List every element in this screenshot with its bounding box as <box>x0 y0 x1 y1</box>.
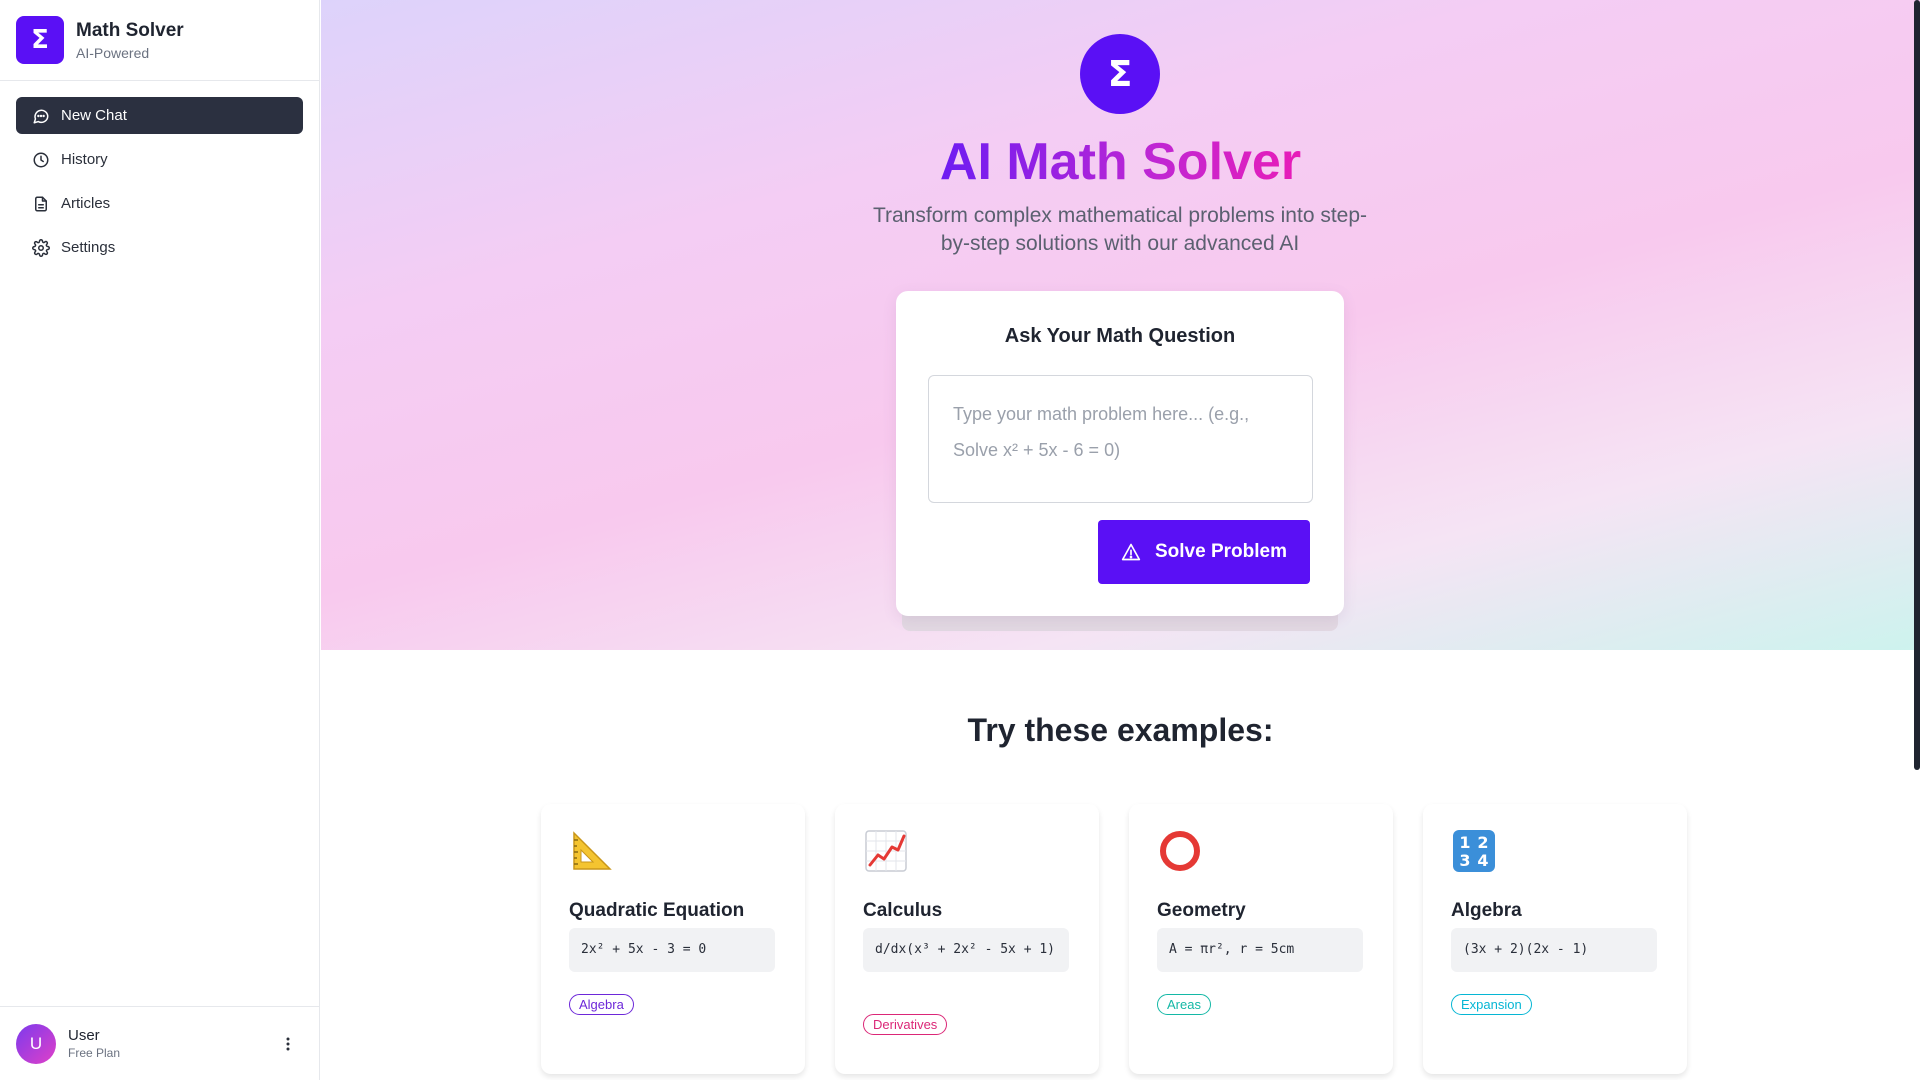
red-circle-icon <box>1160 831 1200 871</box>
solve-problem-button[interactable]: Solve Problem <box>1098 520 1310 584</box>
sidebar-item-label: History <box>61 151 108 168</box>
math-problem-input[interactable] <box>928 375 1313 503</box>
user-name: User <box>68 1027 100 1044</box>
page-title: AI Math Solver <box>939 133 1302 191</box>
main-content: Σ AI Math Solver Transform complex mathe… <box>321 0 1920 1080</box>
example-card-geometry[interactable]: Geometry A = πr², r = 5cm Areas <box>1129 804 1393 1074</box>
sidebar-item-settings[interactable]: Settings <box>16 229 303 266</box>
svg-text:2: 2 <box>1477 833 1488 852</box>
example-title: Geometry <box>1157 900 1246 921</box>
document-icon <box>35 196 47 211</box>
sigma-logo-icon: Σ <box>16 16 64 64</box>
chart-increasing-icon <box>865 830 907 872</box>
svg-text:4: 4 <box>1477 851 1488 870</box>
example-tag: Algebra <box>569 994 634 1015</box>
example-expression: A = πr², r = 5cm <box>1157 928 1363 972</box>
example-tag: Derivatives <box>863 1014 948 1035</box>
example-title: Calculus <box>863 900 943 921</box>
warning-triangle-icon <box>1121 543 1141 561</box>
chat-bubble-icon <box>33 109 49 123</box>
svg-text:3: 3 <box>1459 851 1470 870</box>
sigma-logo-icon: Σ <box>1080 34 1160 114</box>
numbers-1234-icon: 12 34 <box>1453 830 1495 872</box>
example-expression: d/dx(x³ + 2x² - 5x + 1) <box>863 928 1069 972</box>
brand-subtitle: AI-Powered <box>76 45 150 61</box>
example-expression: 2x² + 5x - 3 = 0 <box>569 928 775 972</box>
sidebar-item-history[interactable]: History <box>16 141 303 178</box>
sidebar-item-label: Articles <box>61 195 111 212</box>
vertical-dots-icon[interactable] <box>278 1034 298 1054</box>
example-title: Algebra <box>1451 900 1522 921</box>
sidebar-item-articles[interactable]: Articles <box>16 185 303 222</box>
sidebar-item-label: New Chat <box>61 107 127 124</box>
solve-button-label: Solve Problem <box>1155 541 1287 562</box>
gear-icon <box>32 238 50 257</box>
avatar: U <box>16 1023 56 1064</box>
example-card-algebra[interactable]: 12 34 Algebra (3x + 2)(2x - 1) Expansion <box>1423 804 1687 1074</box>
example-card-calculus[interactable]: Calculus d/dx(x³ + 2x² - 5x + 1) Derivat… <box>835 804 1099 1074</box>
ask-card-title: Ask Your Math Question <box>1004 325 1236 347</box>
brand-header: Σ Math Solver AI-Powered <box>0 0 319 81</box>
svg-text:1: 1 <box>1459 833 1470 852</box>
page-scrollbar[interactable] <box>1914 0 1920 1080</box>
brand-name: Math Solver <box>76 20 184 41</box>
sidebar-item-label: Settings <box>61 239 116 256</box>
example-card-quadratic[interactable]: Quadratic Equation 2x² + 5x - 3 = 0 Alge… <box>541 804 805 1074</box>
example-title: Quadratic Equation <box>569 900 745 921</box>
examples-heading: Try these examples: <box>967 712 1274 748</box>
triangular-ruler-icon <box>573 831 612 870</box>
ask-question-card: Ask Your Math Question Solve Problem <box>896 291 1344 616</box>
example-expression: (3x + 2)(2x - 1) <box>1451 928 1657 972</box>
sidebar: Σ Math Solver AI-Powered New Chat Histor… <box>0 0 320 1080</box>
user-plan: Free Plan <box>68 1046 121 1060</box>
clock-icon <box>33 152 49 167</box>
hero-section: Σ AI Math Solver Transform complex mathe… <box>321 0 1920 650</box>
page-subtitle: Transform complex mathematical problems … <box>872 204 1368 255</box>
sidebar-nav: New Chat History Articles Settings <box>0 81 319 266</box>
example-tag: Areas <box>1157 994 1211 1015</box>
user-profile[interactable]: U User Free Plan <box>0 1006 320 1080</box>
sidebar-item-new-chat[interactable]: New Chat <box>16 97 303 134</box>
example-tag: Expansion <box>1451 994 1532 1015</box>
scrollbar-thumb[interactable] <box>1914 0 1920 770</box>
